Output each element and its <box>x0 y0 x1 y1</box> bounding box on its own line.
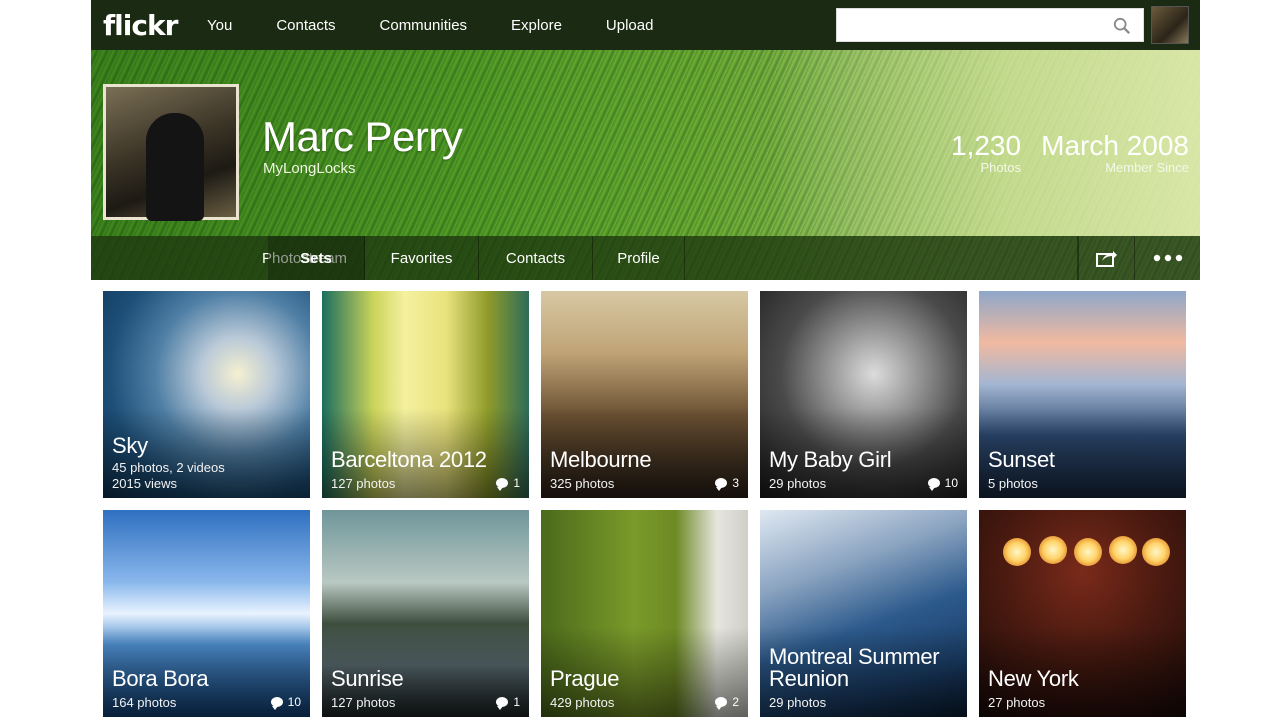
profile-name: Marc Perry <box>262 113 463 160</box>
set-comments: 3 <box>715 476 739 491</box>
set-title: Melbourne <box>550 447 652 472</box>
stat-member-label: Member Since <box>1105 160 1189 175</box>
more-button[interactable] <box>1134 236 1200 280</box>
comment-count: 3 <box>732 476 739 490</box>
set-count: 27 photos <box>988 695 1046 710</box>
set-tile-bora-bora[interactable]: Bora Bora 164 photos 10 <box>103 510 310 717</box>
nav-explore[interactable]: Explore <box>511 17 562 34</box>
nav-upload[interactable]: Upload <box>606 17 654 34</box>
set-meta: 127 photos <box>331 695 395 711</box>
user-avatar[interactable] <box>1151 6 1189 44</box>
tab-favorites-label: Favorites <box>390 249 453 267</box>
stat-photos-value: 1,230 <box>951 130 1022 161</box>
set-tile-melbourne[interactable]: Melbourne 325 photos 3 <box>541 291 748 498</box>
set-meta: 164 photos <box>112 695 176 711</box>
comment-icon <box>715 697 728 710</box>
tab-contacts[interactable]: Contacts <box>479 236 593 280</box>
set-count: 29 photos <box>769 695 827 710</box>
set-tile-prague[interactable]: Prague 429 photos 2 <box>541 510 748 717</box>
set-tile-sunset[interactable]: Sunset 5 photos <box>979 291 1186 498</box>
set-comments: 10 <box>270 695 301 710</box>
stat-member-value: March 2008 <box>1041 130 1189 161</box>
set-title: Sunset <box>988 447 1055 472</box>
search-icon[interactable] <box>1113 17 1131 35</box>
set-title: Barceltona 2012 <box>331 447 487 472</box>
set-meta: 29 photos <box>769 476 826 492</box>
comment-count: 1 <box>513 695 520 709</box>
set-title: Bora Bora <box>112 666 209 691</box>
stat-photos: 1,230 Photos <box>951 130 1021 175</box>
comment-icon <box>496 478 509 491</box>
nav-communities[interactable]: Communities <box>380 17 468 34</box>
profile-username: MyLongLocks <box>263 160 356 177</box>
comment-count: 10 <box>287 695 301 709</box>
set-tile-sunrise[interactable]: Sunrise 127 photos 1 <box>322 510 529 717</box>
tab-profile[interactable]: Profile <box>593 236 685 280</box>
set-tile-my-baby-girl[interactable]: My Baby Girl 29 photos 10 <box>760 291 967 498</box>
set-meta: 325 photos <box>550 476 614 492</box>
tab-profile-label: Profile <box>617 249 660 267</box>
set-title: New York <box>988 666 1079 691</box>
search-box <box>836 8 1144 42</box>
set-tile-montreal-summer-reunion[interactable]: Montreal Summer Reunion 29 photos <box>760 510 967 717</box>
set-comments: 1 <box>496 476 520 491</box>
flickr-logo[interactable]: flickr <box>103 9 207 42</box>
set-count: 29 photos <box>769 476 827 491</box>
set-meta: 429 photos <box>550 695 614 711</box>
set-title: Sunrise <box>331 666 404 691</box>
set-comments: 10 <box>927 476 958 491</box>
comment-count: 10 <box>944 476 958 490</box>
nav-you[interactable]: You <box>207 17 232 34</box>
stat-member-since: March 2008 Member Since <box>1036 130 1189 175</box>
set-comments: 2 <box>715 695 739 710</box>
set-title-line1: Montreal Summer <box>769 644 940 669</box>
comment-icon <box>270 697 283 710</box>
set-comments: 1 <box>496 695 520 710</box>
set-meta: 5 photos <box>988 476 1038 492</box>
set-meta: 45 photos, 2 videos 2015 views <box>112 460 225 492</box>
set-meta: 29 photos <box>769 695 826 711</box>
comment-count: 2 <box>732 695 739 709</box>
tab-favorites[interactable]: Favorites <box>365 236 479 280</box>
set-title: Montreal Summer Reunion <box>769 644 940 691</box>
comment-icon <box>715 478 728 491</box>
more-icon <box>1153 254 1182 262</box>
comment-icon <box>927 478 940 491</box>
set-views: 2015 views <box>112 476 178 491</box>
set-count: 127 photos <box>331 695 396 710</box>
tab-sets-label: Sets <box>300 249 332 267</box>
top-nav: flickr You Contacts Communities Explore … <box>91 0 1200 50</box>
search-input[interactable] <box>837 9 1107 41</box>
nav-contacts[interactable]: Contacts <box>276 17 335 34</box>
tab-contacts-label: Contacts <box>505 249 566 267</box>
set-title: My Baby Girl <box>769 447 892 472</box>
set-count: 5 photos <box>988 476 1038 491</box>
profile-avatar[interactable] <box>103 84 239 221</box>
flickr-page: flickr You Contacts Communities Explore … <box>91 0 1200 720</box>
set-title-line2: Reunion <box>769 666 849 691</box>
set-tile-sky[interactable]: Sky 45 photos, 2 videos 2015 views <box>103 291 310 498</box>
set-meta: 27 photos <box>988 695 1045 711</box>
set-count: 164 photos <box>112 695 177 710</box>
profile-tabs: Photostream Sets Favorites Contacts Prof… <box>91 236 1200 280</box>
set-count: 325 photos <box>550 476 615 491</box>
set-count: 429 photos <box>550 695 615 710</box>
sets-grid: Sky 45 photos, 2 videos 2015 views Barce… <box>103 291 1186 717</box>
comment-count: 1 <box>513 476 520 490</box>
set-meta: 127 photos <box>331 476 395 492</box>
set-count: 127 photos <box>331 476 396 491</box>
set-count: 45 photos, 2 videos <box>112 460 225 475</box>
set-title: Prague <box>550 666 620 691</box>
share-button[interactable] <box>1078 236 1134 280</box>
set-title: Sky <box>112 433 148 458</box>
set-tile-barcelona[interactable]: Barceltona 2012 127 photos 1 <box>322 291 529 498</box>
tab-sets[interactable]: Sets <box>268 236 365 280</box>
comment-icon <box>496 697 509 710</box>
share-icon <box>1095 251 1117 267</box>
set-tile-new-york[interactable]: New York 27 photos <box>979 510 1186 717</box>
stat-photos-label: Photos <box>980 160 1021 175</box>
